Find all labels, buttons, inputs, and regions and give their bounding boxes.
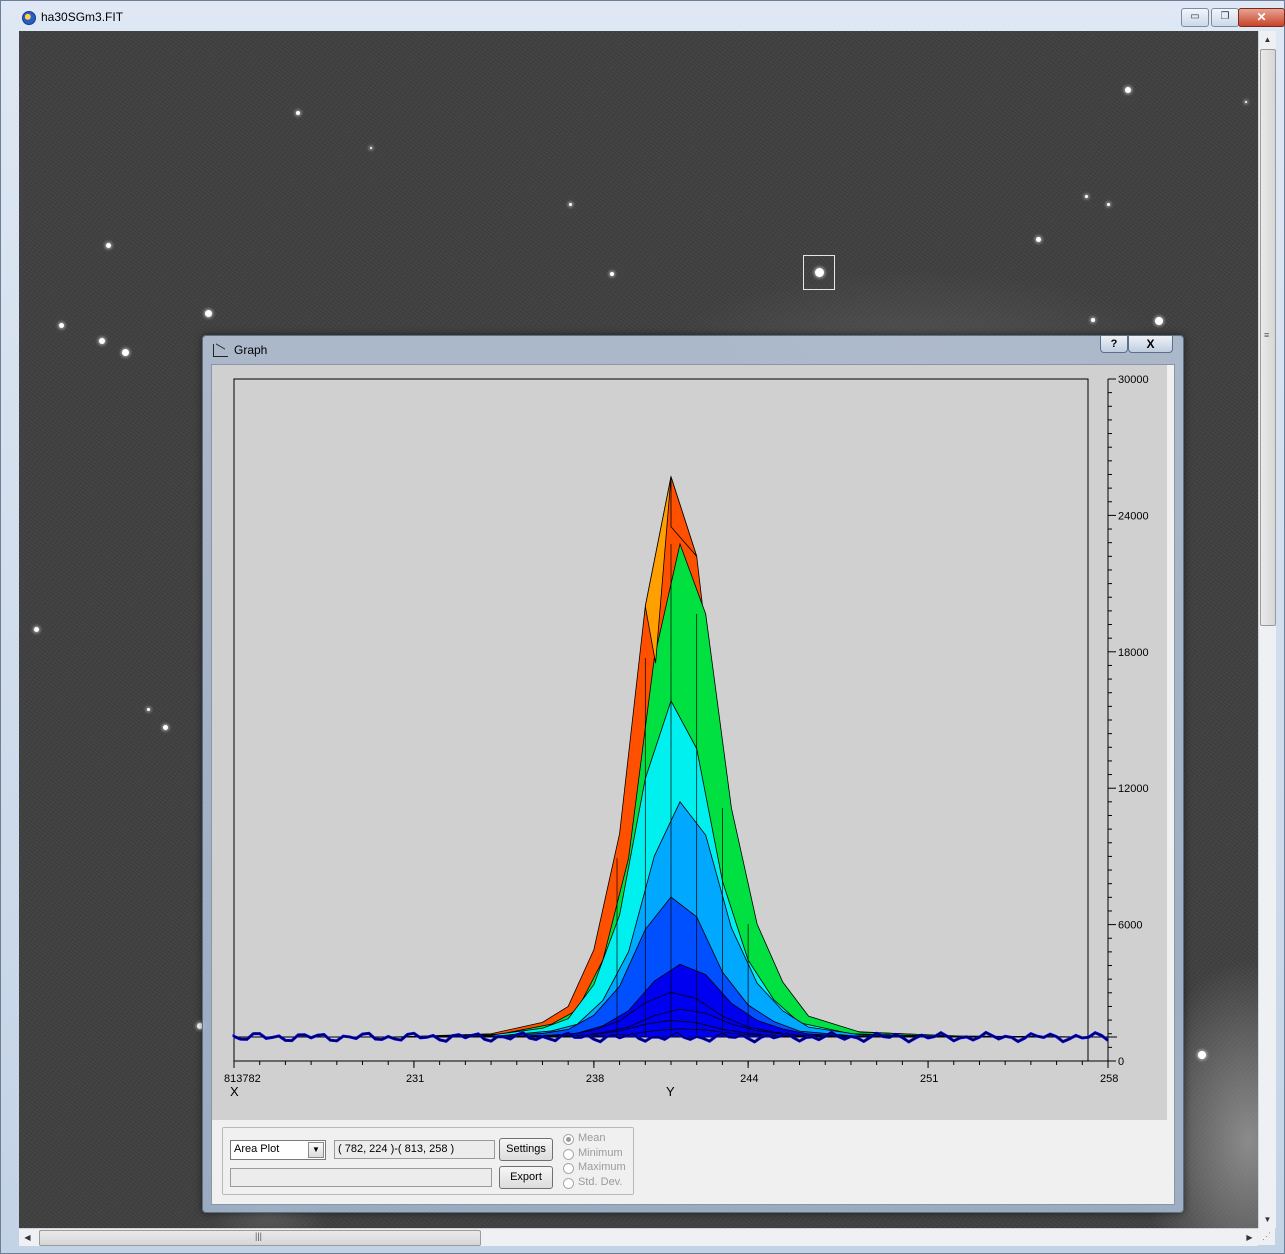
scroll-right-arrow-icon[interactable]: ▶	[1241, 1229, 1258, 1246]
vertical-scroll-thumb[interactable]: ≡	[1260, 49, 1276, 626]
star	[205, 310, 212, 317]
star	[1155, 317, 1163, 325]
region-coordinates: ( 782, 224 )-( 813, 258 )	[334, 1140, 495, 1159]
restore-button[interactable]: ❐	[1211, 8, 1239, 27]
window-title: ha30SGm3.FIT	[41, 10, 124, 24]
x-axis-label: X	[230, 1084, 239, 1099]
radio-dot	[563, 1163, 574, 1174]
selection-box[interactable]	[803, 255, 835, 290]
x-tick-label: 244	[740, 1073, 758, 1085]
statistic-radio-group: Mean Minimum Maximum Std. Dev.	[561, 1132, 626, 1190]
help-button[interactable]: ?	[1100, 336, 1128, 353]
graph-dialog-title: Graph	[234, 343, 268, 357]
star	[34, 627, 39, 632]
export-button[interactable]: Export	[499, 1166, 553, 1189]
vertical-scrollbar[interactable]: ▲ ≡ ▼	[1258, 31, 1276, 1228]
plot-type-dropdown[interactable]: Area Plot ▼	[230, 1140, 326, 1160]
radio-dot	[563, 1148, 574, 1160]
y-tick-label: 12000	[1118, 783, 1149, 795]
star	[147, 708, 150, 711]
settings-button[interactable]: Settings	[499, 1138, 553, 1161]
graph-dialog-body: 0 6000 12000 18000 24000 30000 813782 231 238 244…	[211, 364, 1175, 1205]
y-tick-label: 30000	[1118, 374, 1149, 386]
star	[1036, 237, 1041, 242]
scroll-left-arrow-icon[interactable]: ◀	[19, 1229, 36, 1246]
star	[296, 111, 300, 115]
scroll-up-arrow-icon[interactable]: ▲	[1259, 31, 1276, 48]
window-titlebar[interactable]: ha30SGm3.FIT ▭ ❐ ✕	[1, 1, 1285, 31]
graph-icon	[213, 344, 228, 357]
y-axis-label: Y	[666, 1084, 675, 1099]
star	[99, 338, 105, 344]
star	[370, 147, 372, 149]
scroll-down-arrow-icon[interactable]: ▼	[1259, 1211, 1276, 1228]
radio-maximum[interactable]: Maximum	[561, 1161, 626, 1176]
chevron-down-icon[interactable]: ▼	[308, 1142, 324, 1158]
radio-label: Mean	[578, 1132, 606, 1144]
star	[1245, 101, 1247, 103]
x-tick-label: 251	[920, 1073, 938, 1085]
star	[1085, 195, 1088, 198]
graph-close-button[interactable]: X	[1128, 336, 1173, 353]
radio-dot	[563, 1134, 574, 1145]
radio-minimum[interactable]: Minimum	[561, 1147, 626, 1162]
y-tick-label: 18000	[1118, 647, 1149, 659]
radio-label: Std. Dev.	[578, 1175, 623, 1188]
area-plot-chart: 0600012000180002400030000813782 231 238 244…	[224, 374, 1149, 1099]
y-tick-label: 6000	[1118, 920, 1142, 932]
star	[1198, 1051, 1206, 1059]
y-tick-label: 0	[1118, 1056, 1124, 1068]
star	[59, 323, 64, 328]
star	[1107, 203, 1110, 206]
radio-label: Maximum	[578, 1161, 626, 1173]
window-close-button[interactable]: ✕	[1238, 8, 1285, 27]
x-tick-label: 238	[586, 1073, 604, 1085]
star	[569, 203, 572, 206]
star	[163, 725, 168, 730]
graph-dialog: Graph ? X 0 6000 12000 18000 24000 30000 81378…	[202, 335, 1184, 1213]
radio-std-dev[interactable]: Std. Dev.	[561, 1176, 626, 1191]
radio-dot	[563, 1177, 574, 1189]
size-grip-icon[interactable]: ⋰	[1258, 1228, 1275, 1245]
minimize-button[interactable]: ▭	[1181, 8, 1209, 27]
plot-area[interactable]: 0 6000 12000 18000 24000 30000 813782 231 238 244…	[212, 365, 1167, 1120]
selected-star	[815, 268, 824, 277]
radio-label: Minimum	[578, 1146, 623, 1159]
x-tick-label: 231	[406, 1073, 424, 1085]
status-field	[230, 1168, 492, 1187]
graph-controls: Area Plot ▼ ( 782, 224 )-( 813, 258 ) Se…	[222, 1127, 634, 1195]
star	[1091, 318, 1095, 322]
y-tick-label: 24000	[1118, 510, 1149, 522]
radio-mean[interactable]: Mean	[561, 1132, 626, 1147]
plot-type-value: Area Plot	[234, 1143, 280, 1155]
star	[106, 243, 111, 248]
star	[122, 349, 129, 356]
x-tick-label: 258	[1100, 1073, 1118, 1085]
app-icon	[22, 11, 36, 25]
star	[1125, 87, 1131, 93]
star	[610, 272, 614, 276]
horizontal-scrollbar[interactable]: ◀ ||| ▶	[19, 1228, 1258, 1246]
horizontal-scroll-thumb[interactable]: |||	[39, 1230, 481, 1246]
